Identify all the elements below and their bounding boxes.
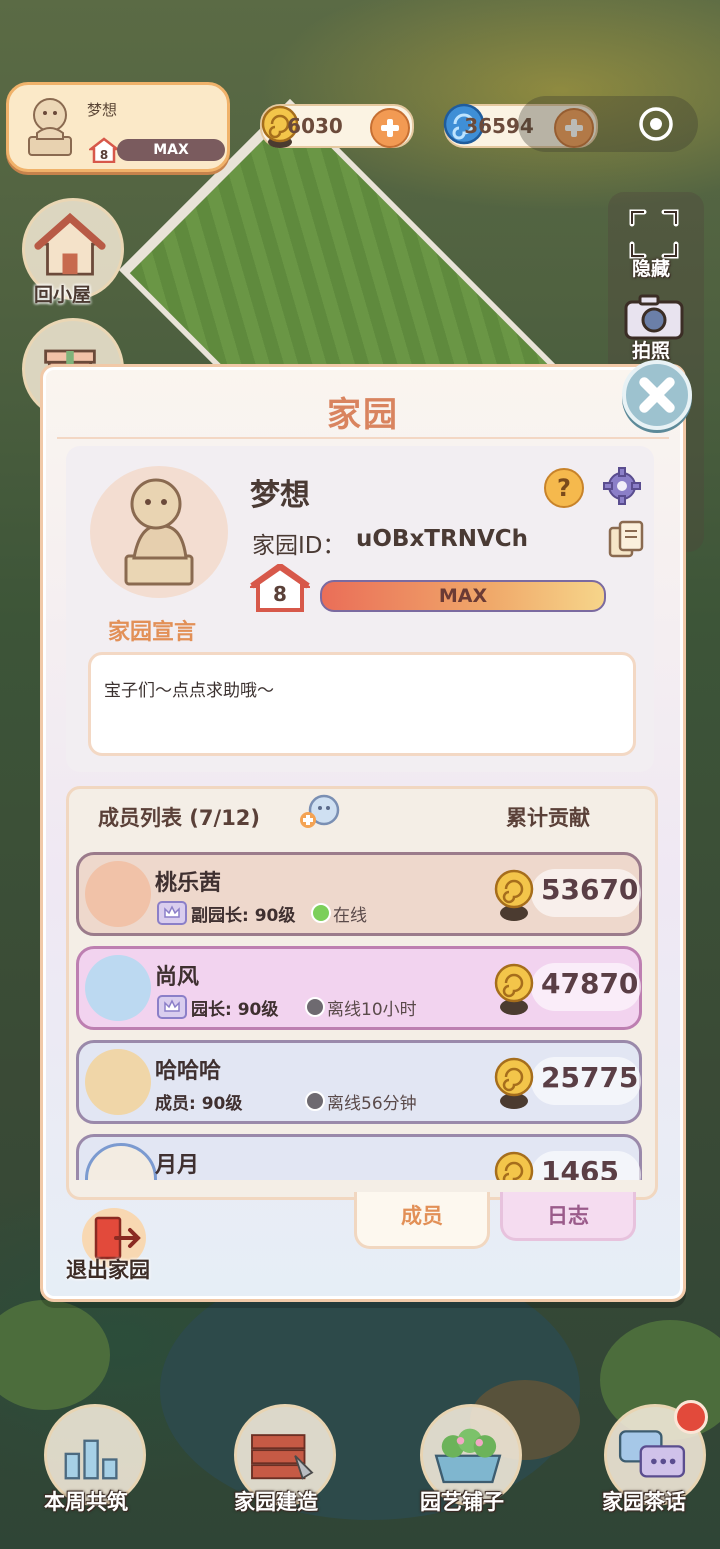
online-status-dot: [311, 903, 331, 923]
members-title: 成员列表 (7/12): [98, 806, 261, 830]
member-avatar: [85, 861, 151, 927]
snail-coin-icon: [494, 1057, 534, 1109]
manifesto-label: 家园宣言: [108, 620, 197, 645]
member-row[interactable]: 哈哈哈 成员: 90级 离线56分钟 25775: [76, 1040, 642, 1124]
garden-avatar: [90, 466, 228, 598]
members-list[interactable]: 桃乐茜 副园长: 90级 在线 53670 尚风 园长: 90级 离线10小时 …: [70, 846, 648, 1180]
snail-coin-icon: [494, 869, 534, 921]
flower-pot-icon: [434, 1428, 502, 1484]
close-button[interactable]: [622, 360, 692, 430]
garden-level-bar: MAX: [320, 580, 606, 612]
camera-icon[interactable]: [622, 292, 686, 342]
member-role: 成员: 90级: [155, 1094, 243, 1114]
contribution-title: 累计贡献: [506, 806, 590, 830]
tab-log[interactable]: 日志: [500, 1192, 636, 1241]
snail-coin-icon: [494, 1151, 534, 1180]
trophy-chart-icon: [64, 1439, 118, 1480]
snail-coin-icon: [494, 963, 534, 1015]
manifesto-text: 宝子们～点点求助哦～: [104, 681, 274, 701]
member-contribution: 1465: [541, 1155, 619, 1180]
exit-garden-label[interactable]: 退出家园: [66, 1254, 150, 1284]
member-name: 桃乐茜: [155, 871, 222, 896]
player-name: 梦想: [87, 101, 118, 119]
member-row[interactable]: 桃乐茜 副园长: 90级 在线 53670: [76, 852, 642, 936]
manifesto-box: [88, 652, 636, 756]
house-level-icon: 8: [89, 137, 119, 163]
dialog-title: 家园: [327, 395, 399, 435]
tab-members[interactable]: 成员: [354, 1192, 490, 1249]
snail-currency-value: 6030: [287, 114, 343, 138]
member-avatar: [85, 1143, 157, 1180]
notification-dot: [674, 1400, 708, 1434]
help-icon[interactable]: ?: [544, 468, 584, 508]
copy-icon[interactable]: [608, 520, 644, 560]
gear-icon[interactable]: [602, 466, 642, 506]
bricks-trowel-icon: [251, 1434, 314, 1480]
back-home-label: 回小屋: [34, 284, 92, 306]
member-status: 在线: [333, 906, 367, 926]
member-contribution: 53670: [541, 873, 639, 906]
garden-id-label: 家园ID：: [252, 533, 346, 559]
target-icon[interactable]: [636, 104, 676, 144]
lily-pad: [0, 1300, 110, 1410]
garden-chat-label[interactable]: 家园茶话: [602, 1486, 686, 1516]
garden-build-label[interactable]: 家园建造: [234, 1486, 318, 1516]
garden-shop-label[interactable]: 园艺铺子: [420, 1486, 504, 1516]
member-role: 园长: 90级: [191, 1000, 279, 1020]
snail-currency: 6030: [260, 104, 414, 148]
weekly-build-label[interactable]: 本周共筑: [44, 1486, 128, 1516]
member-contribution: 47870: [541, 967, 639, 1000]
member-name: 尚风: [155, 965, 200, 990]
member-row[interactable]: 尚风 园长: 90级 离线10小时 47870: [76, 946, 642, 1030]
lion-statue-avatar: [28, 98, 72, 156]
add-member-icon[interactable]: [298, 792, 342, 832]
hide-label[interactable]: 隐藏: [632, 254, 670, 281]
photo-label[interactable]: 拍照: [632, 336, 670, 363]
member-status: 离线56分钟: [327, 1094, 417, 1114]
title-divider: [57, 437, 669, 439]
player-profile-chip[interactable]: 梦想 8 MAX: [6, 82, 230, 172]
crown-badge-icon: [157, 995, 187, 1019]
member-status: 离线10小时: [327, 1000, 417, 1020]
offline-status-dot: [305, 997, 325, 1017]
member-avatar: [85, 955, 151, 1021]
member-contribution: 25775: [541, 1061, 639, 1094]
lion-statue-avatar: [124, 478, 194, 586]
player-level-text: 8: [100, 148, 108, 162]
member-name: 月月: [155, 1153, 200, 1178]
member-avatar: [85, 1049, 151, 1115]
garden-id-value: uOBxTRNVCh: [356, 526, 528, 552]
member-row[interactable]: 月月 1465: [76, 1134, 642, 1180]
garden-level: 8: [273, 582, 287, 606]
garden-name: 梦想: [250, 478, 310, 513]
add-snail-button[interactable]: [370, 108, 410, 148]
member-role: 副园长: 90级: [191, 906, 296, 926]
house-icon: [34, 212, 106, 276]
member-name: 哈哈哈: [155, 1059, 222, 1084]
player-level-bar: MAX: [117, 139, 225, 161]
crown-badge-icon: [157, 901, 187, 925]
offline-status-dot: [305, 1091, 325, 1111]
